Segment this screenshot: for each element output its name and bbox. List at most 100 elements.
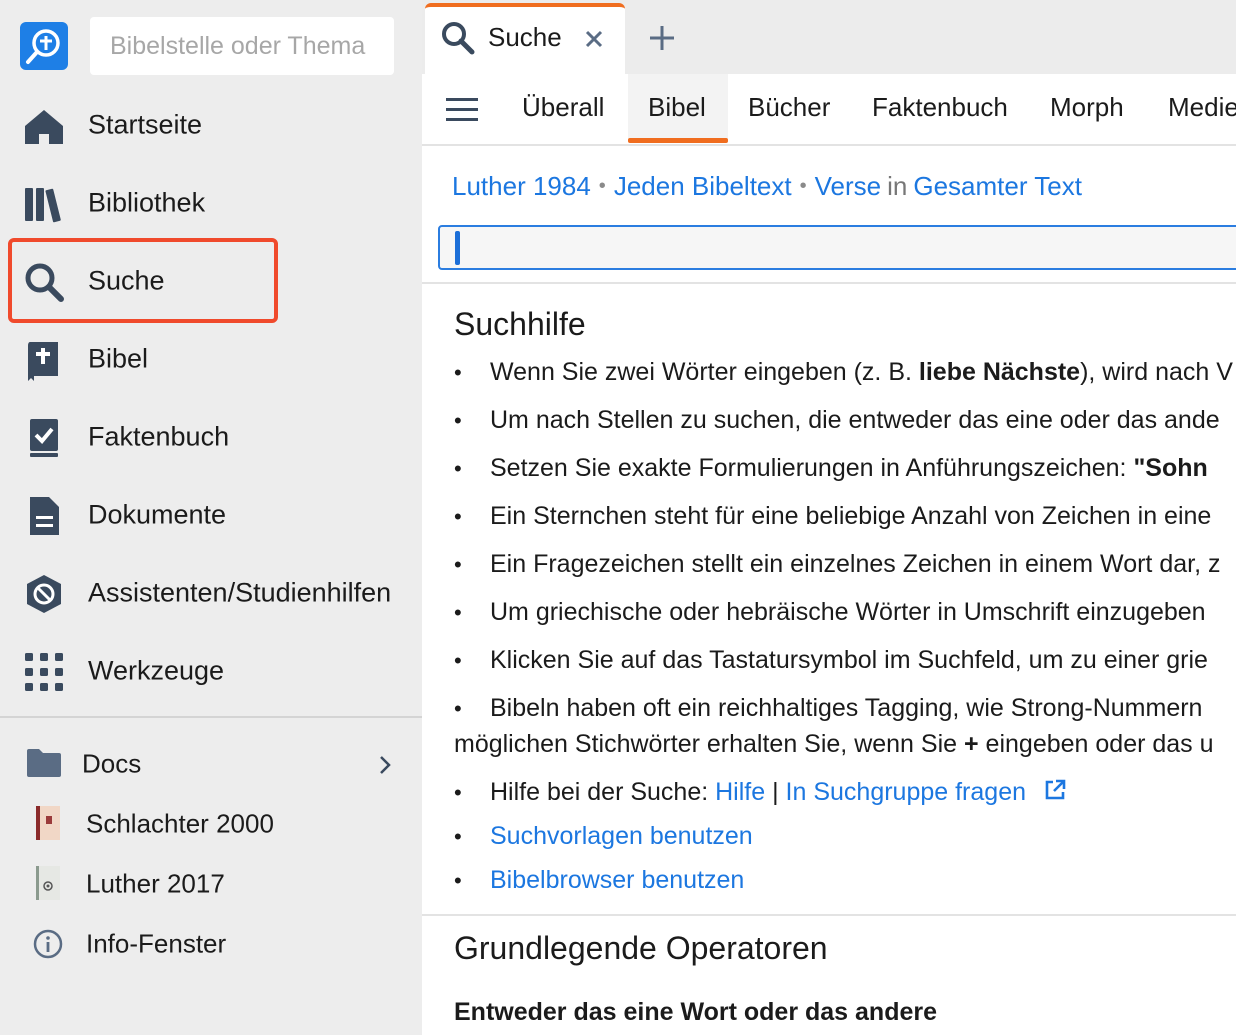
- help-text: Ein Fragezeichen stellt ein einzelnes Ze…: [490, 550, 1221, 578]
- separator-dot: •: [799, 175, 807, 197]
- help-item: • Um nach Stellen zu suchen, die entweder…: [454, 406, 1220, 434]
- nav-item-bible[interactable]: Bibel: [0, 324, 422, 394]
- chevron-right-icon[interactable]: [378, 755, 392, 775]
- search-panel: Überall Bibel Bücher Faktenbuch Morph Me…: [422, 74, 1236, 1035]
- info-icon: [33, 929, 63, 959]
- subtab-everywhere[interactable]: Überall: [522, 92, 604, 123]
- scope-selector[interactable]: Jeden Bibeltext: [614, 171, 792, 201]
- nav-item-guides[interactable]: Assistenten/Studienhilfen: [0, 558, 422, 628]
- nav-item-label: Bibliothek: [88, 187, 206, 218]
- help-item: • Wenn Sie zwei Wörter eingeben (z. B. li…: [454, 358, 1233, 386]
- help-text: Wenn Sie zwei Wörter eingeben (z. B.: [490, 358, 919, 386]
- help-item: • Hilfe bei der Suche: Hilfe | In Suchgru…: [454, 778, 1067, 807]
- help-item-continuation: möglichen Stichwörter erhalten Sie, wenn…: [454, 730, 1214, 759]
- nav-item-library[interactable]: Bibliothek: [0, 168, 422, 238]
- sidebar: Startseite Bibliothek Suche Bibel Fakte: [0, 0, 422, 1035]
- logos-logo-icon[interactable]: [20, 22, 68, 70]
- omni-search-input[interactable]: [90, 17, 394, 75]
- folder-icon: [27, 749, 61, 777]
- grid-icon: [25, 653, 63, 691]
- home-icon: [25, 110, 63, 144]
- help-example: +: [964, 730, 979, 758]
- nav-item-factbook[interactable]: Faktenbuch: [0, 402, 422, 472]
- help-text: Klicken Sie auf das Tastatursymbol im Su…: [490, 646, 1208, 674]
- nav-item-label: Faktenbuch: [88, 421, 230, 452]
- search-criteria: Luther 1984 • Jeden Bibeltext • Verse in Gesam…: [452, 171, 1082, 202]
- recent-resource-schlachter[interactable]: Schlachter 2000: [0, 798, 422, 850]
- search-icon: [442, 22, 475, 55]
- link-separator: |: [772, 778, 779, 806]
- subtab-bible[interactable]: Bibel: [648, 92, 706, 123]
- bible-icon: [28, 342, 58, 381]
- factbook-icon: [30, 419, 58, 457]
- search-icon: [25, 263, 64, 302]
- active-subtab-indicator: [628, 138, 728, 143]
- help-link[interactable]: Hilfe: [715, 778, 765, 806]
- library-icon: [25, 188, 61, 223]
- book-cover-icon: [36, 866, 60, 900]
- bible-browser-link[interactable]: Bibelbrowser benutzen: [490, 866, 744, 894]
- docs-label: Docs: [82, 748, 142, 779]
- help-example: "Sohn: [1133, 454, 1208, 482]
- help-text: Um griechische oder hebräische Wörter in…: [490, 598, 1206, 626]
- book-cover-icon: [36, 806, 60, 840]
- subtab-media[interactable]: Medien: [1168, 92, 1236, 123]
- nav-item-label: Assistenten/Studienhilfen: [88, 577, 392, 608]
- content-divider: [422, 282, 1236, 284]
- help-text: Hilfe bei der Suche:: [490, 778, 716, 806]
- recent-resource-luther[interactable]: Luther 2017: [0, 858, 422, 910]
- help-text: Bibeln haben oft ein reichhaltiges Taggi…: [490, 694, 1203, 722]
- nav-item-label: Werkzeuge: [88, 655, 225, 686]
- nav-item-label: Startseite: [88, 109, 203, 140]
- info-window-item[interactable]: Info-Fenster: [0, 918, 422, 970]
- document-icon: [30, 497, 59, 535]
- sidebar-divider: [0, 716, 422, 718]
- nav-item-home[interactable]: Startseite: [0, 90, 422, 160]
- section-divider: [422, 914, 1236, 916]
- nav-item-label: Suche: [88, 265, 165, 296]
- guides-icon: [27, 575, 61, 613]
- help-text: möglichen Stichwörter erhalten Sie, wenn…: [454, 730, 964, 758]
- nav-item-label: Bibel: [88, 343, 149, 374]
- help-item: • Setzen Sie exakte Formulierungen in Anf…: [454, 454, 1208, 482]
- in-word: in: [887, 171, 908, 201]
- docs-folder-item[interactable]: Docs: [0, 738, 422, 790]
- nav-item-tools[interactable]: Werkzeuge: [0, 636, 422, 706]
- tab-title: Suche: [488, 22, 562, 52]
- text-caret: [455, 231, 460, 265]
- nav-item-label: Dokumente: [88, 499, 227, 530]
- nav-item-search[interactable]: Suche: [0, 246, 422, 316]
- nav-item-documents[interactable]: Dokumente: [0, 480, 422, 550]
- range-selector[interactable]: Gesamter Text: [913, 171, 1082, 201]
- operators-subheading: Entweder das eine Wort oder das andere: [454, 998, 938, 1026]
- help-text: ), wird nach V: [1080, 358, 1233, 386]
- ask-group-link[interactable]: In Suchgruppe fragen: [786, 778, 1026, 806]
- external-link-icon[interactable]: [1043, 778, 1067, 802]
- help-item: • Um griechische oder hebräische Wörter i…: [454, 598, 1206, 626]
- menu-icon[interactable]: [446, 96, 478, 124]
- help-example: liebe Nächste: [918, 358, 1081, 386]
- help-item: • Ein Sternchen steht für eine beliebige …: [454, 502, 1212, 530]
- operators-heading: Grundlegende Operatoren: [454, 930, 828, 966]
- help-item: • Klicken Sie auf das Tastatursymbol im S…: [454, 646, 1208, 674]
- subtab-morph[interactable]: Morph: [1050, 92, 1124, 123]
- help-text: eingeben oder das u: [978, 730, 1214, 758]
- help-item: • Bibelbrowser benutzen: [454, 866, 745, 894]
- resource-selector[interactable]: Luther 1984: [452, 171, 591, 201]
- close-icon[interactable]: [584, 29, 604, 49]
- help-item: • Suchvorlagen benutzen: [454, 822, 753, 850]
- separator-dot: •: [598, 175, 606, 197]
- help-text: Um nach Stellen zu suchen, die entweder …: [490, 406, 1220, 434]
- search-query-input[interactable]: [438, 225, 1236, 270]
- search-templates-link[interactable]: Suchvorlagen benutzen: [490, 822, 753, 850]
- help-item: • Ein Fragezeichen stellt ein einzelnes Z…: [454, 550, 1221, 578]
- resource-label: Luther 2017: [86, 868, 225, 899]
- help-text: Setzen Sie exakte Formulierungen in Anfü…: [490, 454, 1134, 482]
- subtab-books[interactable]: Bücher: [748, 92, 830, 123]
- help-heading: Suchhilfe: [454, 306, 586, 342]
- unit-selector[interactable]: Verse: [815, 171, 882, 201]
- help-text: Ein Sternchen steht für eine beliebige A…: [490, 502, 1212, 530]
- resource-label: Schlachter 2000: [86, 808, 274, 839]
- plus-icon[interactable]: [640, 16, 684, 60]
- subtab-factbook[interactable]: Faktenbuch: [872, 92, 1008, 123]
